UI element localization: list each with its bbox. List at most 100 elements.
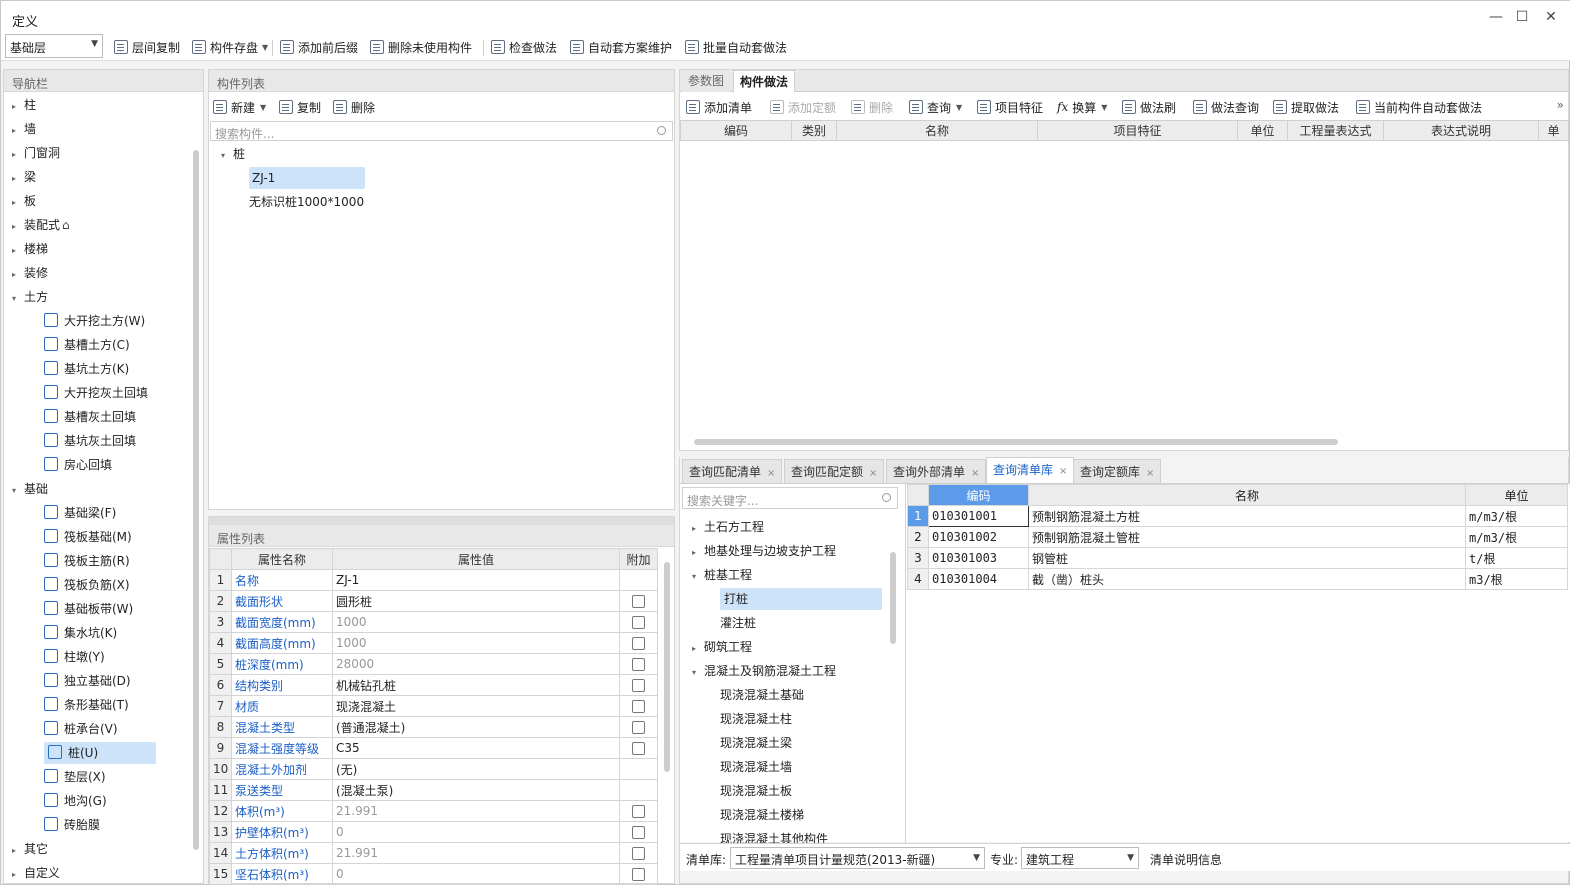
tab-component-method[interactable]: 构件做法 [733, 70, 796, 92]
property-row[interactable]: 7 材质 现浇混凝土 [209, 695, 658, 717]
property-value[interactable]: 1000 [332, 632, 620, 654]
method-column-header[interactable]: 编码 [680, 120, 792, 141]
query-tree-item[interactable]: ▾ 桩基工程 [692, 564, 752, 586]
property-value[interactable]: 28000 [332, 653, 620, 675]
nav-item[interactable]: ▸ 自定义 [12, 862, 60, 884]
method-toolbar-button[interactable]: 做法查询 [1193, 98, 1259, 116]
method-h-scrollbar[interactable] [694, 439, 1338, 445]
query-tab[interactable]: 查询清单库 × [986, 457, 1075, 483]
maximize-button[interactable]: ☐ [1512, 9, 1532, 25]
property-value[interactable]: 21.991 [332, 800, 620, 822]
close-icon[interactable]: × [971, 468, 979, 479]
nav-item[interactable]: 筏板基础(M) [44, 526, 132, 548]
add-prefix-suffix-button[interactable]: 添加前后缀 [280, 38, 358, 56]
nav-item[interactable]: 独立基础(D) [44, 670, 131, 692]
tab-parameter-figure[interactable]: 参数图 [682, 70, 731, 92]
nav-item[interactable]: 大开挖土方(W) [44, 310, 145, 332]
extra-checkbox[interactable] [632, 721, 645, 734]
close-button[interactable]: ✕ [1541, 9, 1561, 25]
property-value[interactable]: 机械钻孔桩 [332, 674, 620, 696]
method-toolbar-button[interactable]: 提取做法 [1273, 98, 1339, 116]
caret-right-icon[interactable]: ▸ [12, 264, 24, 286]
query-tree-item[interactable]: 现浇混凝土基础 [720, 684, 804, 706]
method-toolbar-button[interactable]: 做法刷 [1122, 98, 1176, 116]
save-component-button[interactable]: 构件存盘 ▼ [192, 38, 268, 56]
property-row[interactable]: 14 土方体积(m³) 21.991 [209, 842, 658, 864]
method-toolbar-button[interactable]: 添加定额 [770, 98, 836, 116]
caret-right-icon[interactable]: ▸ [12, 192, 24, 214]
nav-item[interactable]: 条形基础(T) [44, 694, 129, 716]
property-value[interactable]: 1000 [332, 611, 620, 633]
component-tree-item[interactable]: 无标识桩1000*1000 [249, 191, 364, 213]
extra-checkbox[interactable] [632, 658, 645, 671]
nav-item[interactable]: 大开挖灰土回填 [44, 382, 148, 404]
nav-item[interactable]: 基槽灰土回填 [44, 406, 136, 428]
nav-item[interactable]: ▸ 装修 [12, 262, 48, 284]
query-tree-item[interactable]: 灌注桩 [720, 612, 756, 634]
query-tab[interactable]: 查询匹配清单 × [682, 459, 783, 483]
nav-item[interactable]: 基础梁(F) [44, 502, 116, 524]
property-row[interactable]: 3 截面宽度(mm) 1000 [209, 611, 658, 633]
extra-checkbox[interactable] [632, 847, 645, 860]
caret-right-icon[interactable]: ▸ [12, 864, 24, 886]
copy-component-button[interactable]: 复制 [279, 98, 321, 116]
property-value[interactable]: ZJ-1 [332, 569, 620, 591]
query-search-input[interactable]: 搜索关键字... [682, 487, 898, 509]
nav-item[interactable]: 地沟(G) [44, 790, 107, 812]
floor-select[interactable]: 基础层 ▼ [5, 34, 103, 58]
extra-checkbox[interactable] [632, 826, 645, 839]
caret-down-icon[interactable]: ▾ [692, 566, 704, 588]
caret-right-icon[interactable]: ▸ [692, 638, 704, 660]
component-tree-item[interactable]: ▾ 桩 [221, 143, 245, 165]
method-column-header[interactable]: 工程量表达式 [1287, 120, 1384, 141]
nav-item[interactable]: ▾ 土方 [12, 286, 48, 308]
method-column-header[interactable]: 项目特征 [1037, 120, 1238, 141]
nav-item[interactable]: ▸ 门窗洞 [12, 142, 60, 164]
query-tree-item[interactable]: ▸ 地基处理与边坡支护工程 [692, 540, 836, 562]
new-component-button[interactable]: 新建 ▼ [213, 98, 266, 116]
caret-right-icon[interactable]: ▸ [12, 840, 24, 862]
bill-library-select[interactable]: 工程量清单项目计量规范(2013-新疆) ▼ [730, 847, 985, 869]
close-icon[interactable]: × [767, 468, 775, 479]
query-tab[interactable]: 查询外部清单 × [886, 459, 987, 483]
nav-item[interactable]: 房心回填 [44, 454, 112, 476]
property-value[interactable]: 0 [332, 821, 620, 843]
method-column-header[interactable]: 单位 [1237, 120, 1288, 141]
delete-unused-button[interactable]: 删除未使用构件 [370, 38, 472, 56]
delete-component-button[interactable]: 删除 [333, 98, 375, 116]
property-row[interactable]: 6 结构类别 机械钻孔桩 [209, 674, 658, 696]
property-row[interactable]: 8 混凝土类型 (普通混凝土) [209, 716, 658, 738]
query-tree-item[interactable]: ▸ 砌筑工程 [692, 636, 752, 658]
extra-checkbox[interactable] [632, 637, 645, 650]
bill-info-link[interactable]: 清单说明信息 [1150, 851, 1222, 868]
method-column-header[interactable]: 单 [1538, 120, 1569, 141]
property-row[interactable]: 13 护壁体积(m³) 0 [209, 821, 658, 843]
caret-down-icon[interactable]: ▾ [12, 480, 24, 502]
query-tree-item[interactable]: 现浇混凝土梁 [720, 732, 792, 754]
property-row[interactable]: 9 混凝土强度等级 C35 [209, 737, 658, 759]
query-result-row[interactable]: 4 010301004 截（凿）桩头 m3/根 [907, 568, 1568, 590]
nav-item[interactable]: 基础板带(W) [44, 598, 133, 620]
specialty-select[interactable]: 建筑工程 ▼ [1021, 847, 1139, 869]
query-result-row[interactable]: 3 010301003 钢管桩 t/根 [907, 547, 1568, 569]
query-tree-item[interactable]: 打桩 [720, 588, 882, 610]
extra-checkbox[interactable] [632, 616, 645, 629]
property-value[interactable]: 21.991 [332, 842, 620, 864]
caret-down-icon[interactable]: ▾ [692, 662, 704, 684]
caret-right-icon[interactable]: ▸ [12, 144, 24, 166]
nav-item[interactable]: 垫层(X) [44, 766, 106, 788]
query-result-row[interactable]: 1 010301001 预制钢筋混凝土方桩 m/m3/根 [907, 505, 1568, 527]
close-icon[interactable]: × [1059, 466, 1067, 477]
query-column-header[interactable]: 编码 [928, 484, 1029, 506]
method-toolbar-button[interactable]: 当前构件自动套做法 [1356, 98, 1482, 116]
nav-item[interactable]: ▸ 梁 [12, 166, 36, 188]
property-value[interactable]: 现浇混凝土 [332, 695, 620, 717]
query-tree-scrollbar[interactable] [890, 552, 896, 644]
property-scrollbar[interactable] [664, 562, 670, 772]
method-column-header[interactable]: 名称 [836, 120, 1038, 141]
extra-checkbox[interactable] [632, 595, 645, 608]
method-toolbar-button[interactable]: 删除 [851, 98, 893, 116]
property-value[interactable]: (无) [332, 758, 620, 780]
method-column-header[interactable]: 表达式说明 [1383, 120, 1539, 141]
method-column-header[interactable]: 类别 [791, 120, 837, 141]
